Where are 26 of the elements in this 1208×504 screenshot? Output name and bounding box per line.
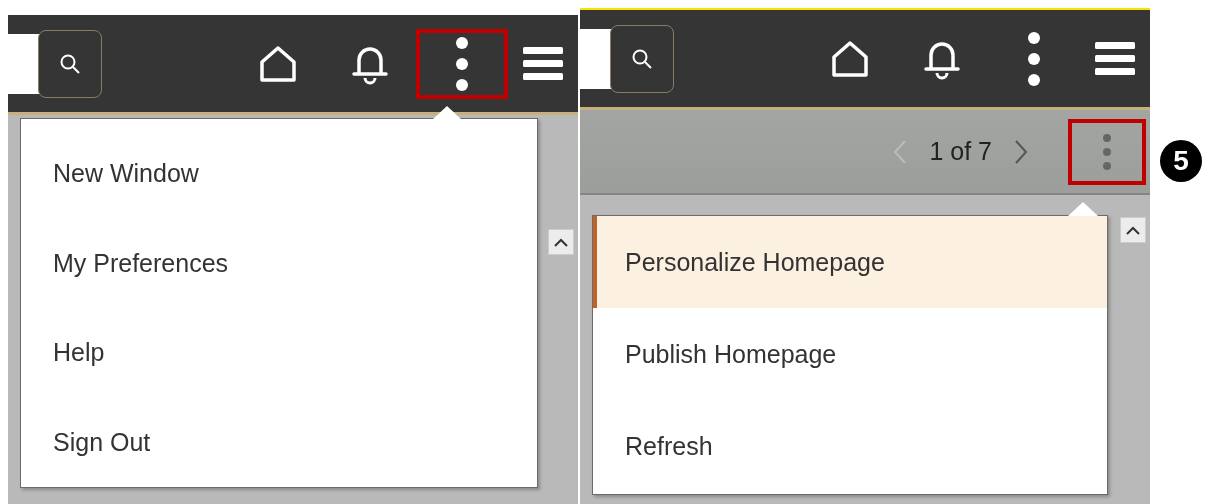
menu-icon[interactable] — [523, 46, 563, 81]
menu-item[interactable]: Refresh — [593, 400, 1107, 492]
caret-up-icon — [554, 237, 568, 247]
home-icon[interactable] — [258, 43, 298, 84]
menu-item[interactable]: Personalize Homepage — [593, 216, 1107, 308]
scroll-up-button[interactable] — [548, 229, 574, 255]
more-options-icon[interactable] — [456, 36, 468, 91]
search-button[interactable] — [610, 24, 674, 93]
caret-up-icon — [1126, 225, 1140, 235]
menu-item[interactable]: My Preferences — [21, 218, 537, 308]
home-icon[interactable] — [830, 38, 870, 79]
menu-item[interactable]: Publish Homepage — [593, 308, 1107, 400]
search-field[interactable] — [8, 33, 40, 94]
page-indicator: 1 of 7 — [929, 137, 992, 166]
menu-item[interactable]: New Window — [21, 129, 537, 219]
menu-item[interactable]: Sign Out — [21, 397, 537, 487]
menu-item[interactable]: Help — [21, 308, 537, 398]
step-number: 5 — [1160, 140, 1202, 182]
menu-icon[interactable] — [1095, 41, 1135, 76]
next-icon[interactable] — [1014, 138, 1028, 165]
search-icon — [59, 52, 81, 75]
scroll-up-button[interactable] — [1120, 217, 1146, 243]
search-icon — [631, 47, 653, 70]
search-field[interactable] — [580, 28, 612, 89]
more-options-icon[interactable] — [1028, 31, 1040, 86]
search-button[interactable] — [38, 29, 102, 98]
